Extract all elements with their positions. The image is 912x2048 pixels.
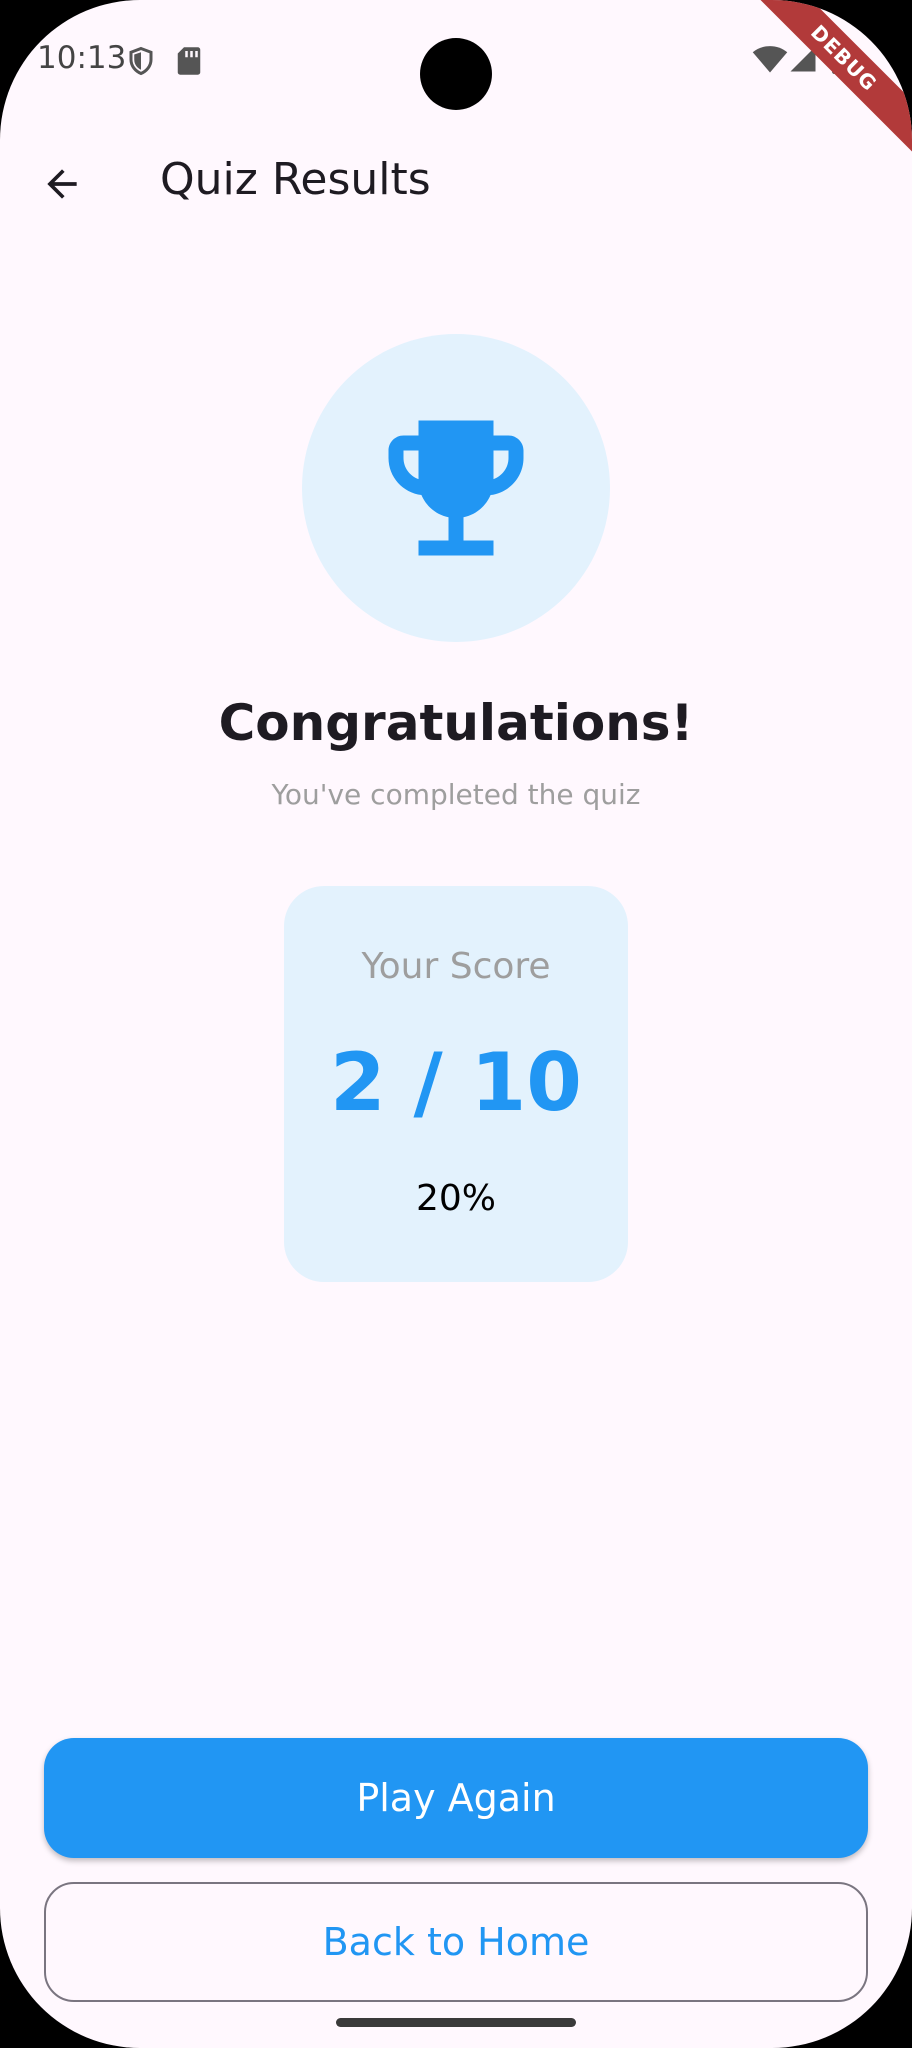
app-bar: Quiz Results bbox=[0, 130, 912, 234]
score-percent: 20% bbox=[415, 1178, 496, 1219]
back-button[interactable] bbox=[28, 150, 96, 218]
status-bar: 10:13 bbox=[0, 0, 912, 120]
result-subtitle: You've completed the quiz bbox=[271, 778, 641, 811]
score-card: Your Score 2 / 10 20% bbox=[284, 886, 628, 1282]
shield-icon bbox=[129, 46, 153, 76]
arrow-back-icon bbox=[47, 169, 77, 199]
score-value: 2 / 10 bbox=[330, 1036, 582, 1129]
trophy-badge bbox=[302, 334, 610, 642]
score-label: Your Score bbox=[361, 946, 551, 987]
play-again-button[interactable]: Play Again bbox=[44, 1738, 868, 1858]
screen: 10:13 DEBUG Quiz Results Congratulations… bbox=[0, 0, 912, 2048]
page-title: Quiz Results bbox=[160, 154, 431, 205]
status-time: 10:13 bbox=[37, 40, 127, 76]
sd-card-icon bbox=[177, 47, 201, 75]
camera-cutout bbox=[420, 38, 492, 110]
wifi-icon bbox=[752, 46, 788, 73]
back-to-home-button[interactable]: Back to Home bbox=[44, 1882, 868, 2002]
home-indicator[interactable] bbox=[336, 2018, 576, 2027]
trophy-icon bbox=[388, 420, 524, 556]
result-title: Congratulations! bbox=[218, 694, 694, 752]
